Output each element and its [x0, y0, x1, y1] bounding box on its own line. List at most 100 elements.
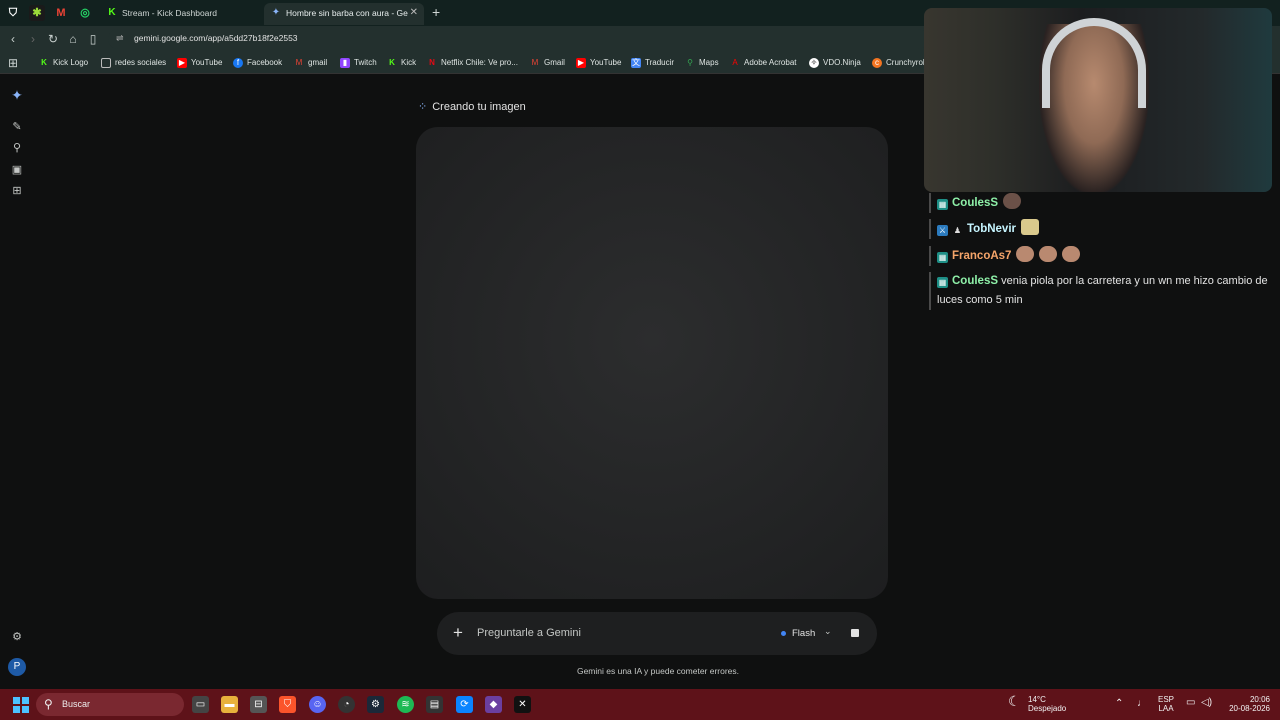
weather-text: Despejado — [1028, 704, 1067, 713]
new-tab-button[interactable]: + — [432, 4, 440, 20]
stop-generation-button[interactable] — [851, 629, 859, 637]
chat-username: CoulesS — [952, 275, 999, 287]
bookmark-item[interactable]: N Netflix Chile: Ve pro... — [427, 56, 518, 70]
network-icon[interactable]: ▭ — [1186, 698, 1195, 708]
address-bar[interactable]: ⇌ gemini.google.com/app/a5dd27b18f2e2553 — [108, 29, 928, 49]
file-explorer-icon[interactable]: ▬ — [221, 696, 238, 713]
weather-moon-icon[interactable]: ☾ — [1008, 694, 1021, 708]
bookmark-item[interactable]: ✧ VDO.Ninja — [809, 56, 861, 70]
taskbar-search[interactable]: ⚲ Buscar — [36, 693, 184, 716]
bookmark-item[interactable]: K Kick — [387, 56, 416, 70]
clock-date: 20-08-2026 — [1229, 704, 1270, 713]
bookmark-item[interactable]: ⚲ Maps — [685, 56, 719, 70]
obs-icon[interactable]: ◔ — [338, 696, 355, 713]
microphone-icon[interactable]: ♩ — [1137, 699, 1147, 709]
url-text: gemini.google.com/app/a5dd27b18f2e2553 — [134, 33, 298, 43]
task-view-icon[interactable]: ▭ — [192, 696, 209, 713]
tab-title: Hombre sin barba con aura - Ge — [286, 8, 408, 18]
image-icon[interactable]: ▣ — [9, 162, 25, 178]
status-text: Creando tu imagen — [432, 101, 526, 113]
search-icon[interactable]: ⚲ — [9, 140, 25, 156]
tab-gemini[interactable]: ✦ Hombre sin barba con aura - Ge ✕ — [264, 3, 424, 25]
brave-browser-icon[interactable]: ⛉ — [279, 696, 296, 713]
youtube-icon: ▶ — [177, 58, 187, 68]
bookmark-icon[interactable]: ▯ — [85, 31, 101, 47]
emote-icon — [1016, 246, 1035, 262]
bookmark-item[interactable]: ▮ Twitch — [340, 56, 377, 70]
taskbar-search-label: Buscar — [62, 699, 91, 709]
language-indicator[interactable]: ESP LAA — [1158, 695, 1174, 713]
crunchyroll-icon: c — [872, 58, 882, 68]
settings-gear-icon[interactable]: ⚙ — [9, 629, 25, 645]
subscriber-badge-icon: ▦ — [937, 252, 948, 263]
capcut-icon[interactable]: ✕ — [514, 696, 531, 713]
chat-message: ▦ FrancoAs7 — [929, 246, 1269, 266]
windows-start-icon[interactable] — [13, 697, 29, 713]
folder-icon — [101, 58, 111, 68]
steam-icon[interactable]: ⚙ — [367, 696, 384, 713]
chat-message: ▦ CoulesS venia piola por la carretera y … — [929, 272, 1269, 310]
model-status-dot — [781, 631, 786, 636]
app-icon[interactable]: ◆ — [485, 696, 502, 713]
new-chat-icon[interactable]: ✎ — [9, 119, 25, 135]
app-icon[interactable]: ⟳ — [456, 696, 473, 713]
brave-shield-icon[interactable]: ⛉ — [5, 5, 21, 21]
translate-icon: 文 — [631, 58, 641, 68]
vdo-ninja-icon: ✧ — [809, 58, 819, 68]
gemini-icon: ✦ — [271, 7, 281, 18]
forward-icon[interactable]: › — [25, 31, 41, 47]
webcam-overlay — [924, 8, 1272, 192]
bookmark-item[interactable]: A Adobe Acrobat — [730, 56, 796, 70]
chevron-down-icon[interactable]: ⌄ — [824, 626, 832, 637]
emote-icon — [1021, 219, 1039, 235]
bookmark-item[interactable]: c Crunchyroll — [872, 56, 926, 70]
chevron-up-icon[interactable]: ⌃ — [1115, 699, 1123, 709]
bookmark-item[interactable]: 文 Traducir — [631, 56, 674, 70]
clock[interactable]: 20:06 20-08-2026 — [1222, 695, 1270, 713]
tab-title: Stream - Kick Dashboard — [122, 8, 217, 18]
kick-icon: K — [389, 58, 395, 67]
emote-icon — [1003, 193, 1022, 209]
back-icon[interactable]: ‹ — [5, 31, 21, 47]
emote-icon — [1062, 246, 1081, 262]
acrobat-icon: A — [732, 58, 738, 67]
close-tab-icon[interactable]: ✕ — [410, 3, 418, 23]
weather-widget[interactable]: 14°C Despejado — [1028, 695, 1066, 713]
youtube-icon: ▶ — [576, 58, 586, 68]
model-selector-label[interactable]: Flash — [792, 628, 815, 639]
apps-icon[interactable]: ⊞ — [9, 183, 25, 199]
store-icon[interactable]: ⊟ — [250, 696, 267, 713]
gemini-logo-icon[interactable]: ✦ — [9, 87, 25, 103]
site-info-icon[interactable]: ⇌ — [116, 33, 124, 44]
discord-icon[interactable]: ☺ — [309, 696, 326, 713]
kick-icon: K — [108, 7, 116, 18]
netflix-icon: N — [429, 58, 435, 67]
apps-grid-icon[interactable]: ⊞ — [5, 55, 21, 71]
chat-username: CoulesS — [952, 197, 999, 209]
home-icon[interactable]: ⌂ — [65, 31, 81, 47]
facebook-icon: f — [233, 58, 243, 68]
volume-icon[interactable]: ◁) — [1201, 698, 1212, 708]
reload-icon[interactable]: ↻ — [45, 31, 61, 47]
spotify-icon[interactable]: ≋ — [397, 696, 414, 713]
prompt-input[interactable]: Preguntarle a Gemini — [477, 627, 581, 639]
bookmark-item[interactable]: M Gmail — [530, 56, 565, 70]
app-icon[interactable]: ▤ — [426, 696, 443, 713]
bookmark-item[interactable]: ▶ YouTube — [576, 56, 621, 70]
prompt-bar[interactable]: + Preguntarle a Gemini Flash ⌄ — [437, 612, 877, 655]
subscriber-badge-icon: ▦ — [937, 277, 948, 288]
bookmark-item[interactable]: redes sociales — [101, 56, 166, 70]
gmail-icon: M — [295, 58, 303, 67]
add-attachment-icon[interactable]: + — [453, 624, 463, 641]
pinned-tab-icon[interactable]: ✱ — [29, 5, 45, 21]
bookmark-item[interactable]: Mgmail — [294, 56, 327, 70]
bookmark-item[interactable]: ▶ YouTube — [177, 56, 222, 70]
bookmark-item[interactable]: K Kick Logo — [39, 56, 88, 70]
gmail-pinned-icon[interactable]: M — [53, 5, 69, 21]
gmail-icon: M — [531, 58, 539, 67]
whatsapp-pinned-icon[interactable]: ◎ — [77, 5, 93, 21]
tab-kick-dashboard[interactable]: K Stream - Kick Dashboard — [100, 3, 260, 25]
bookmark-item[interactable]: f Facebook — [233, 56, 282, 70]
twitch-icon: ▮ — [340, 58, 350, 68]
subscriber-badge-icon: ▦ — [937, 199, 948, 210]
